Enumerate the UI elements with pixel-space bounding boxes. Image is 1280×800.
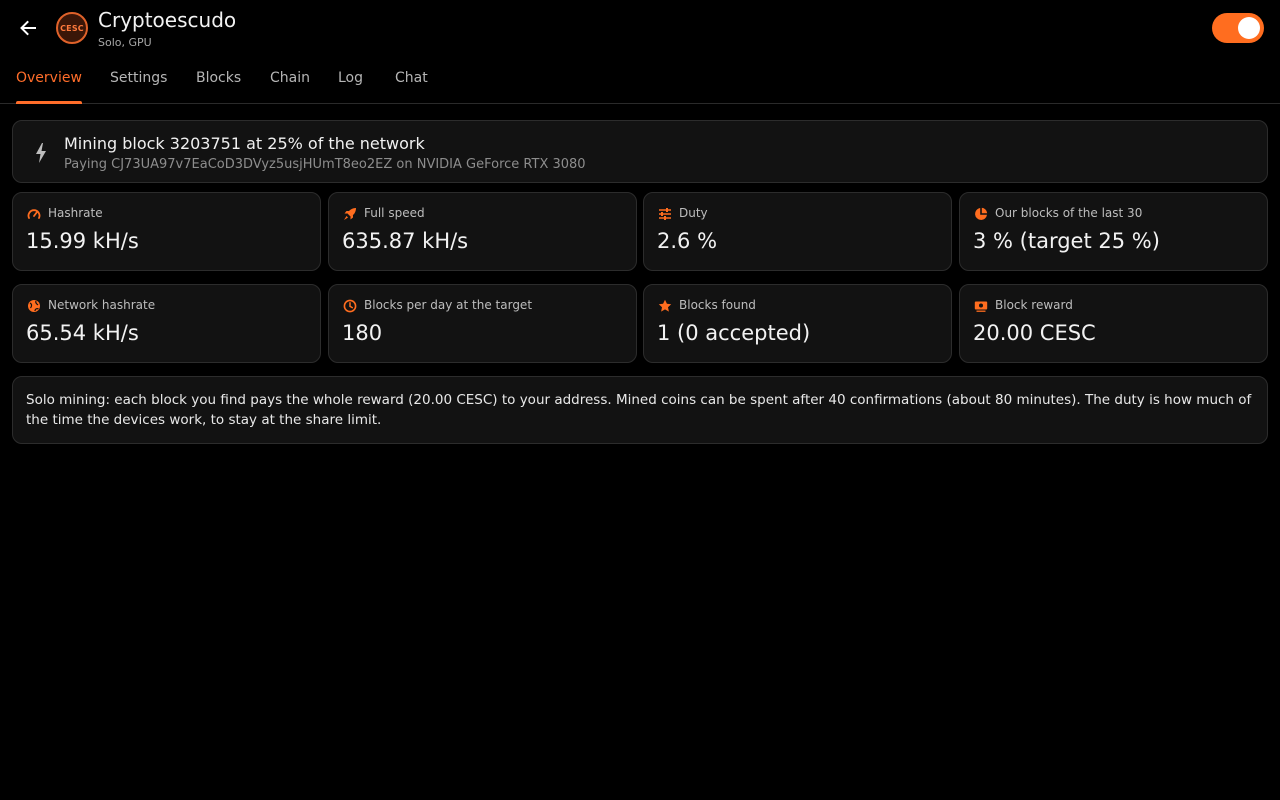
tab-overview[interactable]: Overview [16, 56, 82, 104]
sliders-icon [659, 208, 671, 220]
tab-settings[interactable]: Settings [110, 56, 167, 103]
stat-value: 635.87 kH/s [342, 229, 469, 253]
toggle-knob [1238, 17, 1260, 39]
info-text: Solo mining: each block you find pays th… [26, 392, 1252, 428]
mining-status-text: Mining block 3203751 at 25% of the netwo… [64, 134, 425, 153]
pie-chart-icon [975, 207, 988, 220]
stat-card-block-reward: Block reward 20.00 CESC [959, 284, 1268, 363]
stat-label: Blocks per day at the target [364, 298, 533, 312]
stat-card-blocks-found: Blocks found 1 (0 accepted) [643, 284, 952, 363]
solo-mining-info-card: Solo mining: each block you find pays th… [12, 376, 1268, 444]
page-subtitle: Solo, GPU [98, 36, 152, 49]
stat-label: Hashrate [48, 206, 103, 220]
payments-icon [974, 301, 988, 312]
tab-chain[interactable]: Chain [270, 56, 310, 103]
stat-value: 20.00 CESC [973, 321, 1096, 345]
stat-label: Duty [679, 206, 708, 220]
stat-card-network-hashrate: Network hashrate 65.54 kH/s [12, 284, 321, 363]
stat-label: Block reward [995, 298, 1073, 312]
stat-label: Full speed [364, 206, 425, 220]
stat-value: 15.99 kH/s [26, 229, 139, 253]
stat-label: Network hashrate [48, 298, 156, 312]
tab-log[interactable]: Log [338, 56, 363, 103]
mining-status-card: Mining block 3203751 at 25% of the netwo… [12, 120, 1268, 183]
stat-value: 1 (0 accepted) [657, 321, 811, 345]
stat-card-blocks-per-day: Blocks per day at the target 180 [328, 284, 637, 363]
stat-card-our-blocks: Our blocks of the last 30 3 % (target 25… [959, 192, 1268, 271]
stat-value: 65.54 kH/s [26, 321, 139, 345]
arrow-back-icon [20, 20, 36, 36]
tab-chat[interactable]: Chat [395, 56, 428, 103]
stat-value: 2.6 % [657, 229, 718, 253]
back-button[interactable] [12, 12, 44, 44]
stat-label: Blocks found [679, 298, 756, 312]
mining-toggle[interactable] [1212, 13, 1264, 43]
stat-value: 3 % (target 25 %) [973, 229, 1160, 253]
clock-icon [343, 299, 357, 313]
bolt-icon [36, 143, 46, 163]
tab-blocks[interactable]: Blocks [196, 56, 241, 103]
payout-address-text: Paying CJ73UA97v7EaCoD3DVyz5usjHUmT8eo2E… [64, 157, 586, 172]
speedometer-icon [27, 209, 41, 219]
stat-label: Our blocks of the last 30 [995, 206, 1143, 220]
app-header: CESC Cryptoescudo Solo, GPU [0, 0, 1280, 56]
stat-card-full-speed: Full speed 635.87 kH/s [328, 192, 637, 271]
rocket-icon [344, 208, 356, 220]
star-icon [658, 299, 672, 312]
tab-bar: Overview Settings Blocks Chain Log Chat [0, 56, 1280, 104]
coin-logo: CESC [56, 12, 88, 44]
page-title: Cryptoescudo [98, 8, 237, 32]
stat-card-hashrate: Hashrate 15.99 kH/s [12, 192, 321, 271]
globe-icon [28, 300, 40, 312]
stat-card-duty: Duty 2.6 % [643, 192, 952, 271]
stat-value: 180 [342, 321, 383, 345]
